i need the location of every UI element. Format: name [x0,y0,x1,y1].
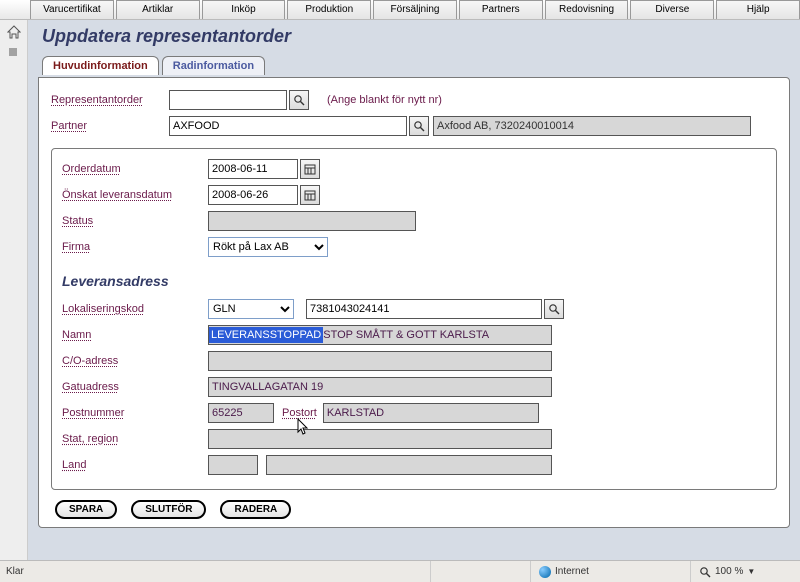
menu-varucertifikat[interactable]: Varucertifikat [30,0,114,19]
tab-huvudinformation[interactable]: Huvudinformation [42,56,159,75]
menu-bar: Varucertifikat Artiklar Inköp Produktion… [0,0,800,20]
menu-hjalp[interactable]: Hjälp [716,0,800,19]
firma-select[interactable]: Rökt på Lax AB [208,237,328,257]
postnr-value: 65225 [208,403,274,423]
menu-forsaljning[interactable]: Försäljning [373,0,457,19]
name-rest: STOP SMÅTT & GOTT KARLSTA [323,329,489,341]
status-zoom-label: 100 % [715,566,743,577]
status-empty-1 [430,561,530,582]
orderdate-calendar-button[interactable] [300,159,320,179]
reqdate-input[interactable] [208,185,298,205]
globe-icon [539,566,551,578]
status-label: Status [62,215,208,227]
menu-artiklar[interactable]: Artiklar [116,0,200,19]
calendar-icon [304,163,316,175]
status-bar: Klar Internet 100 % ▼ [0,560,800,582]
loccode-input[interactable] [306,299,542,319]
menu-redovisning[interactable]: Redovisning [545,0,629,19]
page-title: Uppdatera representantorder [42,26,790,47]
status-zoom[interactable]: 100 % ▼ [690,561,800,582]
reporder-hint: (Ange blankt för nytt nr) [327,94,442,106]
postort-label: Postort [282,407,317,419]
calendar-icon [304,189,316,201]
name-highlight: LEVERANSSTOPPAD [209,327,323,343]
street-label: Gatuadress [62,381,208,393]
delete-button[interactable]: RADERA [220,500,291,519]
postnr-label: Postnummer [62,407,208,419]
save-button[interactable]: SPARA [55,500,117,519]
status-zone-label: Internet [555,566,589,577]
reporder-label: Representantorder [51,94,169,106]
order-panel: Orderdatum Önskat leveransdatum Status [51,148,777,490]
country-label: Land [62,459,208,471]
co-label: C/O-adress [62,355,208,367]
reporder-input[interactable] [169,90,287,110]
street-value: TINGVALLAGATAN 19 [208,377,552,397]
reqdate-label: Önskat leveransdatum [62,189,208,201]
loccode-label: Lokaliseringskod [62,303,208,315]
country-code [208,455,258,475]
menu-diverse[interactable]: Diverse [630,0,714,19]
firma-label: Firma [62,241,208,253]
delivery-heading: Leveransadress [62,273,766,289]
left-gutter [0,20,28,560]
partner-display: Axfood AB, 7320240010014 [433,116,751,136]
name-label: Namn [62,329,208,341]
chevron-down-icon: ▼ [747,567,755,576]
orderdate-input[interactable] [208,159,298,179]
reporder-lookup-button[interactable] [289,90,309,110]
search-icon [413,120,425,132]
status-value [208,211,416,231]
status-zone: Internet [530,561,690,582]
list-icon[interactable] [6,44,22,60]
reqdate-calendar-button[interactable] [300,185,320,205]
menu-produktion[interactable]: Produktion [287,0,371,19]
partner-input[interactable] [169,116,407,136]
menu-partners[interactable]: Partners [459,0,543,19]
loccode-lookup-button[interactable] [544,299,564,319]
tab-radinformation[interactable]: Radinformation [162,56,265,75]
finish-button[interactable]: SLUTFÖR [131,500,206,519]
orderdate-label: Orderdatum [62,163,208,175]
state-label: Stat, region [62,433,208,445]
menu-inkop[interactable]: Inköp [202,0,286,19]
postort-value: KARLSTAD [323,403,539,423]
loccode-type-select[interactable]: GLN [208,299,294,319]
main-panel: Representantorder (Ange blankt för nytt … [38,77,790,528]
zoom-icon [699,566,711,578]
name-value: LEVERANSSTOPPAD STOP SMÅTT & GOTT KARLST… [208,325,552,345]
country-name [266,455,552,475]
status-left: Klar [0,566,430,577]
state-value [208,429,552,449]
co-value [208,351,552,371]
search-icon [548,303,560,315]
partner-label: Partner [51,120,169,132]
home-icon[interactable] [6,24,22,40]
partner-lookup-button[interactable] [409,116,429,136]
search-icon [293,94,305,106]
